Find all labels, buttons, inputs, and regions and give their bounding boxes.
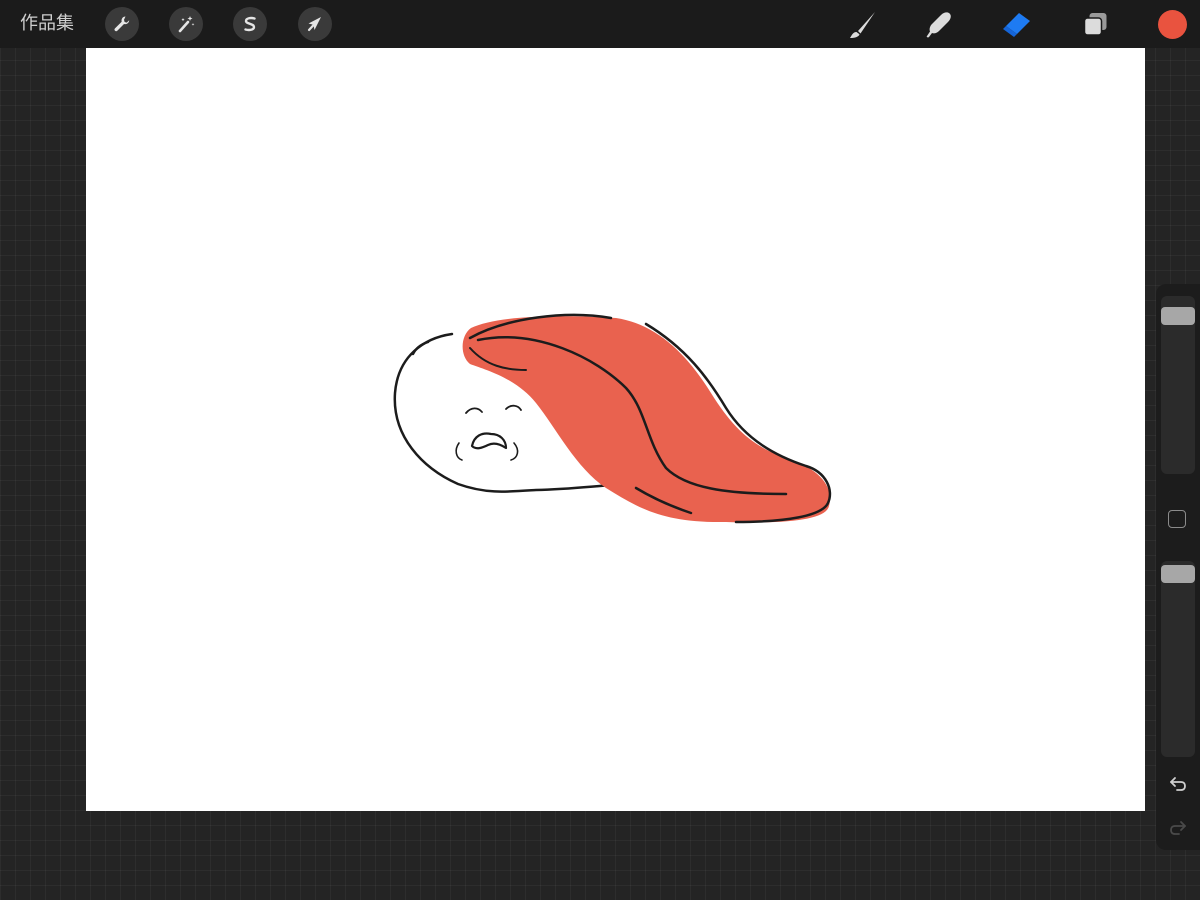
color-picker-button[interactable] xyxy=(1158,10,1187,39)
sushi-artwork xyxy=(393,313,832,524)
selection-s-icon xyxy=(244,16,256,32)
modify-button[interactable] xyxy=(1168,510,1186,528)
arrow-cursor-icon xyxy=(307,17,321,32)
smudge-tool-button[interactable] xyxy=(922,8,956,42)
eraser-icon xyxy=(1003,13,1030,37)
brush-tool-button[interactable] xyxy=(845,8,879,42)
wrench-icon xyxy=(114,16,130,32)
mouth xyxy=(470,432,508,450)
smudge-finger-icon xyxy=(926,12,951,38)
undo-button[interactable] xyxy=(1167,773,1189,795)
brush-size-handle[interactable] xyxy=(1161,307,1195,325)
brush-size-slider[interactable] xyxy=(1161,296,1195,474)
opacity-handle[interactable] xyxy=(1161,565,1195,583)
transform-button[interactable] xyxy=(298,7,332,41)
sidebar xyxy=(1156,284,1200,850)
redo-icon xyxy=(1170,821,1186,835)
adjustments-button[interactable] xyxy=(169,7,203,41)
top-toolbar: 作品集 xyxy=(0,0,1200,48)
left-eye xyxy=(465,407,483,414)
magic-wand-icon xyxy=(178,16,195,33)
undo-icon xyxy=(1170,777,1186,791)
brush-icon xyxy=(850,12,875,38)
right-eye xyxy=(505,404,522,411)
opacity-slider[interactable] xyxy=(1161,561,1195,757)
gallery-button[interactable]: 作品集 xyxy=(20,12,74,36)
actions-button[interactable] xyxy=(105,7,139,41)
layers-button[interactable] xyxy=(1079,8,1113,42)
selection-button[interactable] xyxy=(233,7,267,41)
layers-icon xyxy=(1083,13,1107,36)
eraser-tool-button[interactable] xyxy=(999,8,1033,42)
drawing-canvas[interactable] xyxy=(86,48,1145,811)
redo-button[interactable] xyxy=(1167,817,1189,839)
